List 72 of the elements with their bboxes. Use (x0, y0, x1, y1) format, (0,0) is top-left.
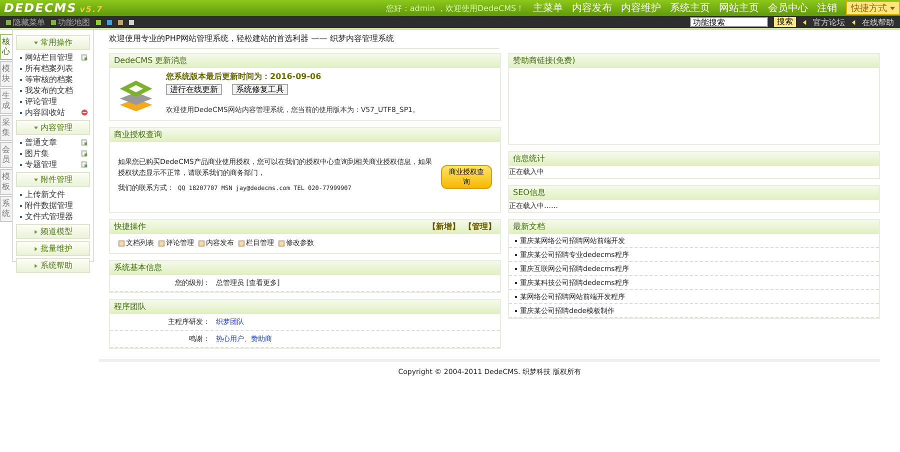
panel-title: 快捷操作 (114, 222, 146, 232)
menu-group-header[interactable]: 常用操作 (16, 35, 90, 50)
panel-title: 最新文档 (509, 220, 879, 234)
menu-item[interactable]: 附件数据管理 (20, 200, 73, 211)
toolbar-link[interactable]: 官方论坛 (813, 16, 845, 28)
document-icon (158, 240, 165, 246)
caret-icon (890, 6, 895, 11)
skin-swatch[interactable] (129, 20, 134, 24)
triangle-icon (802, 20, 807, 24)
panel-title: 系统基本信息 (110, 261, 500, 275)
welcome-text: 欢迎使用专业的PHP网站管理系统，轻松建站的首选利器 —— 织梦内容管理系统 (109, 30, 499, 49)
update-button[interactable]: 进行在线更新 (166, 84, 222, 95)
add-page-icon[interactable] (81, 54, 88, 61)
caret-icon (34, 178, 38, 182)
greeting-text: 您好：admin ，欢迎使用DedeCMS！ (386, 2, 524, 14)
caret-icon (34, 247, 38, 251)
side-tab[interactable]: 核心 (0, 34, 13, 60)
menu-item[interactable]: 评论管理 (20, 96, 57, 107)
menu-group-header[interactable]: 频道模型 (16, 224, 90, 239)
menu-item[interactable]: 所有档案列表 (20, 63, 73, 74)
menu-item[interactable]: 我发布的文档 (20, 85, 73, 96)
side-tab[interactable]: 采集 (0, 115, 13, 141)
menu-group-header[interactable]: 系统帮助 (16, 258, 90, 273)
update-button[interactable]: 系统修复工具 (232, 84, 288, 95)
side-tab[interactable]: 生成 (0, 88, 13, 114)
document-icon (278, 240, 285, 246)
panel-action-link[interactable]: 【管理】 (464, 222, 496, 232)
panel-title: 程序团队 (110, 300, 500, 314)
search-button[interactable]: 搜索 (774, 17, 796, 27)
panel-title: 赞助商链接(免费) (509, 54, 879, 68)
update-notice: 您系统版本最后更新时间为：2016-09-06 (166, 71, 322, 82)
document-icon (198, 240, 205, 246)
panel-title: SEO信息 (509, 186, 879, 200)
menu-group-header[interactable]: 批量维护 (16, 241, 90, 256)
logo: DEDECMS v5.7 (4, 1, 104, 15)
shortcut-dropdown[interactable]: 快捷方式 (846, 1, 900, 15)
toolbar-link[interactable]: 在线帮助 (862, 16, 894, 28)
menu-item[interactable]: 专题管理 (20, 159, 57, 170)
caret-icon (34, 126, 38, 130)
panel-action-link[interactable]: 【新增】 (428, 222, 460, 232)
panel-title: 信息统计 (509, 152, 879, 166)
side-tab[interactable]: 模板 (0, 169, 13, 195)
panel-title: 商业授权查询 (110, 128, 500, 142)
search-field[interactable]: 功能搜索 (690, 17, 768, 27)
side-tab[interactable]: 会员 (0, 142, 13, 168)
menu-item[interactable]: 图片集 (20, 148, 49, 159)
toolbar-link[interactable]: 功能地图 (51, 16, 90, 28)
add-page-icon[interactable] (81, 161, 88, 168)
skin-swatch[interactable] (96, 20, 101, 24)
side-tab[interactable]: 模块 (0, 61, 13, 87)
skin-swatch[interactable] (118, 20, 123, 24)
side-tab[interactable]: 系统 (0, 196, 13, 222)
triangle-icon (851, 20, 856, 24)
document-icon (238, 240, 245, 246)
menu-item[interactable]: 上传新文件 (20, 189, 65, 200)
clear-icon[interactable] (81, 109, 88, 116)
menu-group-header[interactable]: 内容管理 (16, 120, 90, 135)
add-page-icon[interactable] (81, 139, 88, 146)
panel-title: DedeCMS 更新消息 (110, 54, 500, 68)
caret-icon (34, 264, 38, 268)
document-icon (118, 240, 125, 246)
menu-item[interactable]: 等审核的档案 (20, 74, 73, 85)
menu-item[interactable]: 内容回收站 (20, 107, 65, 118)
toolbar-link[interactable]: 隐藏菜单 (6, 16, 45, 28)
menu-item[interactable]: 网站栏目管理 (20, 52, 73, 63)
skin-swatch[interactable] (107, 20, 112, 24)
menu-item[interactable]: 文件式管理器 (20, 211, 73, 222)
caret-icon (34, 230, 38, 234)
menu-item[interactable]: 普通文章 (20, 137, 57, 148)
caret-icon (34, 41, 38, 45)
add-page-icon[interactable] (81, 150, 88, 157)
menu-group-header[interactable]: 附件管理 (16, 172, 90, 187)
